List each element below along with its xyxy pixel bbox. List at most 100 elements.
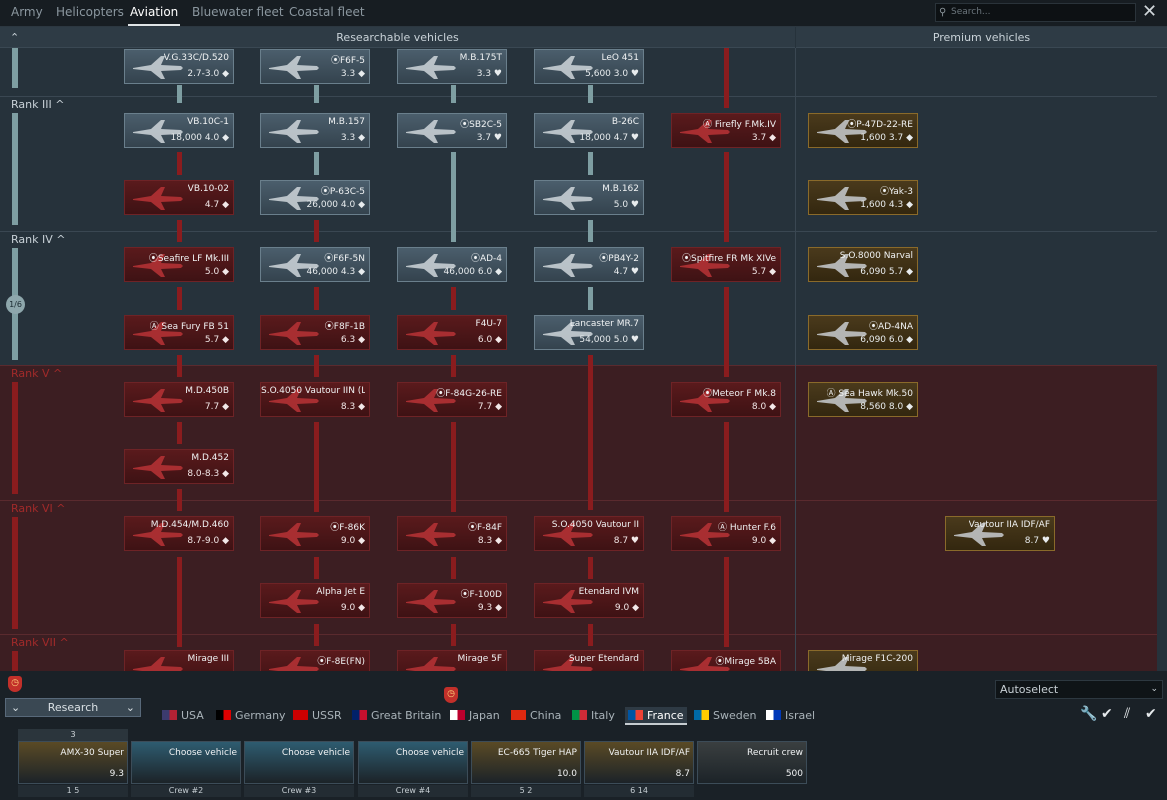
vehicle-card[interactable]: Ⓐ Firefly F.Mk.IV 3.7 ◆ <box>671 113 781 148</box>
vehicle-name: Mirage F1C-200 <box>841 654 913 664</box>
nation-tab[interactable]: USSR <box>293 707 342 725</box>
vehicle-card[interactable]: ⦿F6F-5 3.3 ◆ <box>260 49 370 84</box>
checkmark-icon[interactable]: ✔ <box>1101 706 1113 722</box>
vehicle-card[interactable]: Mirage F1C-200 <box>808 650 918 671</box>
vehicle-card[interactable]: ⦿F-84F 8.3 ◆ <box>397 516 507 551</box>
nation-tab[interactable]: Sweden <box>694 707 756 725</box>
crew-slot-footer: 5 2 <box>471 785 581 797</box>
vehicle-card[interactable]: F4U-7 6.0 ◆ <box>397 315 507 350</box>
nation-tab[interactable]: USA <box>162 707 204 725</box>
vehicle-card[interactable]: Mirage 5F <box>397 650 507 671</box>
checkmark-icon[interactable]: ✔ <box>1145 706 1157 722</box>
crew-slot[interactable]: Choose vehicle <box>358 741 468 784</box>
vehicle-card[interactable]: Mirage III <box>124 650 234 671</box>
vehicle-br: 9.0 ◆ <box>614 603 639 613</box>
vehicle-card[interactable]: ⦿Mirage 5BA <box>671 650 781 671</box>
crew-slot-footer: Crew #2 <box>131 785 241 797</box>
vehicle-br: 3.3 ◆ <box>340 133 365 143</box>
autoselect-dropdown[interactable]: Autoselect ⌄ <box>995 680 1163 699</box>
nation-tab[interactable]: China <box>511 707 561 725</box>
researchable-title: Researchable vehicles <box>336 31 459 44</box>
slot-badge: 3 <box>18 729 128 741</box>
vehicle-card[interactable]: ⦿F6F-5N 46,000 4.3 ◆ <box>260 247 370 282</box>
vehicle-card[interactable]: ⦿SB2C-5 3.7 ♥ <box>397 113 507 148</box>
crew-slot[interactable]: Vautour IIA IDF/AF 8.7 <box>584 741 694 784</box>
vehicle-name: Ⓐ Firefly F.Mk.IV <box>702 120 776 130</box>
vehicle-card[interactable]: ⦿AD-4 46,000 6.0 ◆ <box>397 247 507 282</box>
tab-army[interactable]: Army <box>9 0 45 26</box>
repair-all-icon[interactable]: ⫽ <box>1124 706 1130 722</box>
vehicle-card[interactable]: S.O.4050 Vautour IIN (Li 8.3 ◆ <box>260 382 370 417</box>
vehicle-card[interactable]: V.G.33C/D.520 2.7-3.0 ◆ <box>124 49 234 84</box>
vehicle-card[interactable]: B-26C 18,000 4.7 ♥ <box>534 113 644 148</box>
vehicle-card[interactable]: ⦿F-100D 9.3 ◆ <box>397 583 507 618</box>
vehicle-card[interactable]: ⦿PB4Y-2 4.7 ♥ <box>534 247 644 282</box>
vehicle-card[interactable]: ⦿F-86K 9.0 ◆ <box>260 516 370 551</box>
collapse-up-icon[interactable]: ⌃ <box>10 27 19 48</box>
research-alert-icon[interactable]: ◷ <box>8 676 22 692</box>
search-input[interactable]: ⚲ Search... <box>935 3 1136 22</box>
crew-slot[interactable]: EC-665 Tiger HAP 10.0 <box>471 741 581 784</box>
vehicle-card[interactable]: M.D.452 8.0-8.3 ◆ <box>124 449 234 484</box>
nation-tab[interactable]: Israel <box>766 707 815 725</box>
nation-tab[interactable]: Italy <box>572 707 615 725</box>
vehicle-card[interactable]: Vautour IIA IDF/AF 8.7 ♥ <box>945 516 1055 551</box>
vehicle-card[interactable]: M.B.175T 3.3 ♥ <box>397 49 507 84</box>
vehicle-card[interactable]: ⦿Seafire LF Mk.III 5.0 ◆ <box>124 247 234 282</box>
close-icon[interactable]: ✕ <box>1142 2 1157 22</box>
tab-coastal-fleet[interactable]: Coastal fleet <box>287 0 367 26</box>
rank-6-label[interactable]: Rank VI ^ <box>11 502 65 515</box>
vehicle-card[interactable]: S.O.8000 Narval 6,090 5.7 ◆ <box>808 247 918 282</box>
vehicle-card[interactable]: ⦿Spitfire FR Mk XIVe 5.7 ◆ <box>671 247 781 282</box>
vehicle-card[interactable]: VB.10C-1 18,000 4.0 ◆ <box>124 113 234 148</box>
rank-5-label[interactable]: Rank V ^ <box>11 367 62 380</box>
vehicle-card[interactable]: M.D.450B 7.7 ◆ <box>124 382 234 417</box>
crew-slot[interactable]: AMX-30 Super 9.3 <box>18 741 128 784</box>
vehicle-name: ⦿Meteor F Mk.8 <box>702 389 776 399</box>
vehicle-card[interactable]: Alpha Jet E 9.0 ◆ <box>260 583 370 618</box>
nation-tab[interactable]: Great Britain <box>352 707 441 725</box>
tab-aviation[interactable]: Aviation <box>128 0 181 26</box>
vehicle-card[interactable]: Ⓐ Sea Hawk Mk.50 8,560 8.0 ◆ <box>808 382 918 417</box>
vehicle-card[interactable]: ⦿F8F-1B 6.3 ◆ <box>260 315 370 350</box>
nation-label: USA <box>181 709 204 722</box>
tab-bluewater-fleet[interactable]: Bluewater fleet <box>190 0 286 26</box>
aircraft-icon <box>267 118 321 145</box>
vehicle-card[interactable]: M.B.157 3.3 ◆ <box>260 113 370 148</box>
tab-helicopters[interactable]: Helicopters <box>54 0 126 26</box>
wrench-icon[interactable]: 🔧 <box>1080 706 1097 722</box>
vehicle-card[interactable]: Ⓐ Hunter F.6 9.0 ◆ <box>671 516 781 551</box>
vehicle-card[interactable]: ⦿P-47D-22-RE 1,600 3.7 ◆ <box>808 113 918 148</box>
tree-connector <box>177 152 182 175</box>
research-tree[interactable]: ⌃ Researchable vehicles Premium vehicles… <box>0 27 1167 671</box>
vehicle-card[interactable]: ⦿Yak-3 1,600 4.3 ◆ <box>808 180 918 215</box>
vehicle-card[interactable]: M.D.454/M.D.460 8.7-9.0 ◆ <box>124 516 234 551</box>
rank-4-label[interactable]: Rank IV ^ <box>11 233 65 246</box>
vehicle-card[interactable]: Super Etendard <box>534 650 644 671</box>
vehicle-card[interactable]: M.B.162 5.0 ♥ <box>534 180 644 215</box>
nation-tab[interactable]: Germany <box>216 707 286 725</box>
vehicle-card[interactable]: ⦿F-8E(FN) <box>260 650 370 671</box>
vehicle-card[interactable]: VB.10-02 4.7 ◆ <box>124 180 234 215</box>
research-button[interactable]: ⌄ Research ⌄ <box>5 698 141 717</box>
vehicle-card[interactable]: ⦿P-63C-5 26,000 4.0 ◆ <box>260 180 370 215</box>
rank-7-label[interactable]: Rank VII ^ <box>11 636 69 649</box>
crew-slot[interactable]: Choose vehicle <box>131 741 241 784</box>
vehicle-card[interactable]: Lancaster MR.7 54,000 5.0 ♥ <box>534 315 644 350</box>
rank-3-label[interactable]: Rank III ^ <box>11 98 64 111</box>
vehicle-card[interactable]: Etendard IVM 9.0 ◆ <box>534 583 644 618</box>
vehicle-card[interactable]: Ⓐ Sea Fury FB 51 5.7 ◆ <box>124 315 234 350</box>
vehicle-card[interactable]: LeO 451 5,600 3.0 ♥ <box>534 49 644 84</box>
vehicle-card[interactable]: ⦿F-84G-26-RE 7.7 ◆ <box>397 382 507 417</box>
crew-slot[interactable]: Choose vehicle <box>244 741 354 784</box>
crew-slot[interactable]: Recruit crew 500 <box>697 741 807 784</box>
nation-label: Israel <box>785 709 816 722</box>
nation-tab[interactable]: Japan <box>450 707 500 725</box>
nation-tab[interactable]: France <box>625 707 687 725</box>
vehicle-name: ⦿Mirage 5BA <box>715 657 776 667</box>
vehicle-card[interactable]: ⦿AD-4NA 6,090 6.0 ◆ <box>808 315 918 350</box>
vehicle-card[interactable]: S.O.4050 Vautour II 8.7 ♥ <box>534 516 644 551</box>
vehicle-name: Etendard IVM <box>578 587 639 597</box>
vehicle-card[interactable]: ⦿Meteor F Mk.8 8.0 ◆ <box>671 382 781 417</box>
vehicle-name: Mirage 5F <box>457 654 503 664</box>
